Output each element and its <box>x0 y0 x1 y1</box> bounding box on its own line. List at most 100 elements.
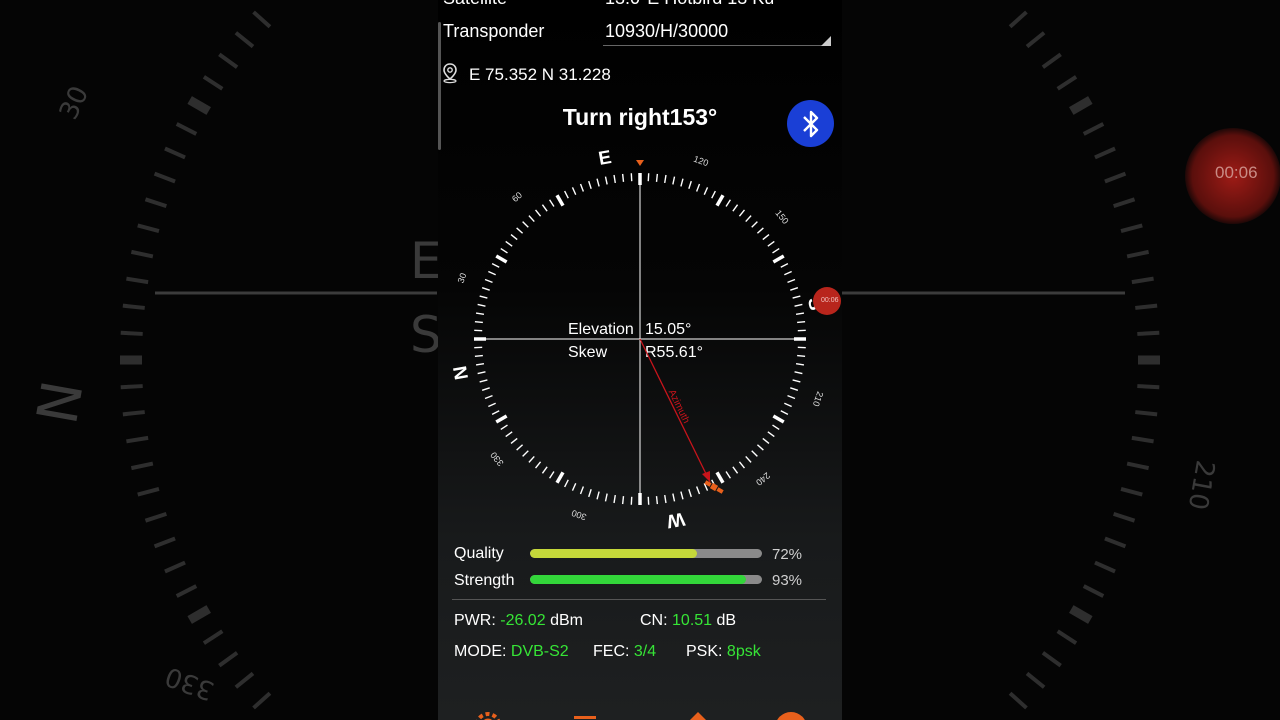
compass-tick <box>541 204 548 212</box>
background-tick <box>1131 276 1154 285</box>
psk-value: 8psk <box>726 643 761 660</box>
compass-tick <box>767 431 775 438</box>
compass-tick <box>772 248 780 254</box>
strength-label: Strength <box>454 572 515 589</box>
fec-stat: FEC: 3/4 <box>593 643 656 661</box>
background-tick <box>1069 96 1093 115</box>
elevation-label: Elevation <box>568 321 634 338</box>
compass-tick <box>715 471 725 484</box>
background-tick <box>234 671 255 689</box>
screen-recorder-mini-time: 00:06 <box>821 297 839 304</box>
north-marker-icon <box>636 160 644 166</box>
cardinal-west: W <box>665 508 686 532</box>
background-tick <box>1120 223 1143 234</box>
location-pin-icon <box>443 63 457 84</box>
transponder-value[interactable]: 10930/H/30000 <box>605 21 728 42</box>
background-tick <box>1126 461 1150 471</box>
satellite-label: Satellite <box>443 0 507 9</box>
settings-gear-icon[interactable] <box>471 708 505 720</box>
compass-tick <box>474 354 483 358</box>
compass-tick <box>780 410 789 415</box>
background-tick <box>120 384 143 390</box>
compass-tick <box>555 194 565 207</box>
background-tick <box>1056 629 1078 645</box>
background-south-letter: S <box>410 306 442 364</box>
compass-tick <box>794 303 803 307</box>
pwr-stat: PWR: -26.02 dBm <box>454 612 583 630</box>
background-tick <box>187 96 211 115</box>
compass-dial: E S W N 30 60 120 150 210 240 300 330 El… <box>450 147 826 532</box>
compass-tick <box>604 493 608 502</box>
phone-screen: Satellite 13.0°E Hotbird 13 Ku Transpond… <box>438 0 842 720</box>
compass-tick <box>522 450 529 457</box>
orange-circle-icon[interactable] <box>774 708 808 720</box>
background-tick <box>1008 691 1028 710</box>
background-tick <box>1104 536 1127 549</box>
background-tick <box>1120 486 1143 497</box>
compass-tick <box>564 479 569 488</box>
compass-tick <box>479 295 488 299</box>
background-tick <box>1113 511 1136 523</box>
compass-tick <box>491 410 500 415</box>
background-tick <box>1131 435 1154 444</box>
compass-tick <box>621 173 625 182</box>
compass-tick <box>732 466 739 474</box>
compass-tick <box>588 489 592 498</box>
compass-tick <box>528 215 535 223</box>
compass-tick <box>549 199 555 207</box>
background-tick <box>202 75 224 91</box>
background-tick <box>218 651 239 668</box>
background-tick <box>1082 584 1105 598</box>
compass-tick <box>792 295 801 299</box>
cn-value: 10.51 <box>672 612 713 629</box>
satellite-value[interactable]: 13.0°E Hotbird 13 Ku <box>605 0 774 9</box>
compass-tick <box>571 483 577 491</box>
compass-tick <box>534 461 542 469</box>
strength-percent: 93% <box>772 572 803 589</box>
background-tick <box>1041 52 1062 69</box>
background-tick <box>202 629 224 645</box>
compass-tick <box>488 402 496 408</box>
background-tick <box>234 31 255 49</box>
compass-tick <box>555 471 565 484</box>
background-tick <box>1137 384 1160 390</box>
compass-tick <box>655 173 659 182</box>
compass-tick <box>510 437 518 445</box>
compass-tick <box>787 278 796 284</box>
signal-icon[interactable] <box>681 708 715 720</box>
background-tick <box>1104 171 1127 184</box>
compass-tick <box>505 431 513 438</box>
compass-tick <box>732 204 739 212</box>
bluetooth-icon <box>802 110 818 137</box>
pwr-label: PWR: <box>454 612 496 629</box>
compass-tick <box>613 494 616 504</box>
compass-tick <box>688 489 692 498</box>
background-tick <box>1069 605 1093 624</box>
compass-tick <box>795 312 805 315</box>
compass-tick <box>738 209 746 217</box>
compass-tick <box>579 486 585 495</box>
background-tick <box>1041 651 1062 668</box>
background-tick <box>218 52 239 69</box>
background-tick <box>1113 197 1136 209</box>
compass-tick <box>500 424 508 430</box>
compass-tick <box>596 178 600 187</box>
background-tick <box>126 435 149 444</box>
compass-tick <box>792 379 801 383</box>
list-icon[interactable] <box>568 708 602 720</box>
background-tick <box>144 511 167 523</box>
compass-tick <box>725 471 731 479</box>
compass-tick <box>479 379 488 383</box>
background-tick <box>175 122 198 136</box>
compass-tick <box>680 178 684 187</box>
background-tick <box>153 536 176 549</box>
dropdown-caret-icon[interactable] <box>821 36 831 46</box>
compass-tick <box>484 278 493 284</box>
deg-label-330: 330 <box>488 450 505 468</box>
compass-tick <box>680 491 684 500</box>
cn-label: CN: <box>640 612 668 629</box>
compass-tick <box>688 180 692 189</box>
compass-tick <box>505 240 513 247</box>
background-tick <box>120 330 143 336</box>
background-tick <box>164 146 186 160</box>
